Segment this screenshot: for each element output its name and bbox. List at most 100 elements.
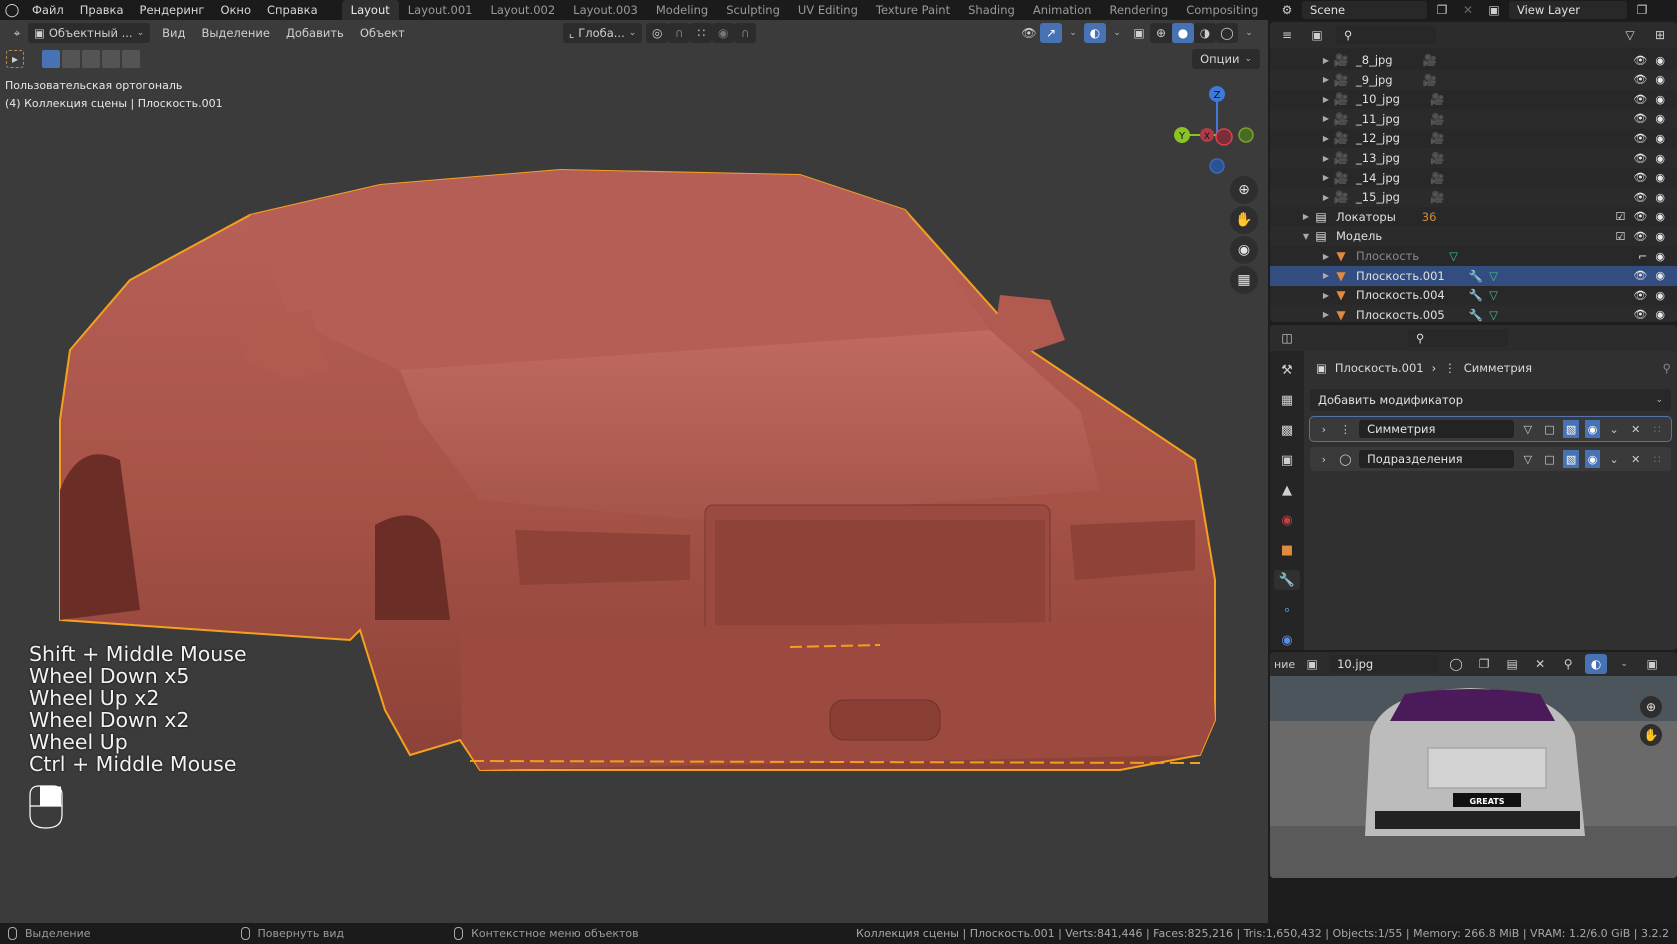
outliner-item-name[interactable]: Плоскость	[1356, 249, 1419, 263]
menu-add[interactable]: Добавить	[278, 26, 352, 40]
menu-render[interactable]: Рендеринг	[132, 0, 213, 20]
object-tab-icon[interactable]: ■	[1274, 540, 1300, 560]
modifier-subdivision[interactable]: › ◯ Подразделения ▽ □ ▧ ◉ ⌄ ✕ ∷	[1310, 447, 1671, 471]
gizmo-neg-x[interactable]	[1215, 128, 1233, 146]
camera-data-icon[interactable]: 🎥	[1430, 131, 1444, 145]
overlays-toggle-icon[interactable]: ◐	[1585, 654, 1608, 674]
outliner-item-name[interactable]: Локаторы	[1336, 210, 1396, 224]
menu-help[interactable]: Справка	[259, 0, 326, 20]
camera-view-icon[interactable]: ◉	[1230, 236, 1258, 264]
view-layer-selector[interactable]: View Layer	[1509, 1, 1627, 19]
render-camera-icon[interactable]: ◉	[1655, 132, 1665, 145]
shading-dropdown-icon[interactable]: ⌄	[1238, 23, 1260, 43]
physics-tab-icon[interactable]: ◉	[1274, 630, 1300, 650]
tab-modeling[interactable]: Modeling	[647, 0, 717, 20]
visibility-icon[interactable]: 👁	[1018, 23, 1040, 43]
outliner-row[interactable]: ▶ ▤ Локаторы 36 ☑ 👁 ◉	[1270, 207, 1677, 227]
modifier-mirror[interactable]: › ⋮ Симметрия ▽ □ ▧ ◉ ⌄ ✕ ∷	[1309, 416, 1672, 442]
render-camera-icon[interactable]: ◉	[1584, 450, 1601, 468]
outliner-item-name[interactable]: _14_jpg	[1356, 171, 1400, 185]
filter-icon-left[interactable]: ▣	[1306, 25, 1328, 45]
unlink-image-icon[interactable]: ✕	[1529, 654, 1552, 674]
outliner-row[interactable]: ▶ 🎥 _14_jpg 🎥 👁 ◉	[1270, 168, 1677, 188]
tab-layout-001[interactable]: Layout.001	[399, 0, 482, 20]
outliner-row[interactable]: ▶ ▼ Плоскость.005 🔧 ▽ 👁 ◉	[1270, 304, 1677, 322]
render-camera-icon[interactable]: ◉	[1655, 93, 1665, 106]
render-camera-icon[interactable]: ◉	[1655, 54, 1665, 67]
zoom-icon[interactable]: ⊕	[1230, 176, 1258, 204]
shading-solid-icon[interactable]: ●	[1172, 23, 1194, 43]
zoom-icon[interactable]: ⊕	[1640, 696, 1662, 718]
render-tab-icon[interactable]: ▦	[1274, 391, 1300, 411]
render-camera-icon[interactable]: ◉	[1655, 230, 1665, 243]
new-image-icon[interactable]: ❐	[1473, 654, 1496, 674]
gizmo-toggle-icon[interactable]: ↗	[1040, 23, 1062, 43]
editor-type-icon[interactable]: ⌖	[6, 23, 28, 43]
new-view-layer-icon[interactable]: ❐	[1631, 0, 1653, 20]
on-cage-icon[interactable]: ▽	[1520, 450, 1536, 468]
scene-tab-icon[interactable]: ▲	[1274, 481, 1300, 501]
eye-icon[interactable]: 👁	[1633, 73, 1647, 86]
new-collection-icon[interactable]: ⊞	[1649, 25, 1671, 45]
navigation-gizmo[interactable]: Z Y X	[1172, 82, 1262, 182]
tool-tab-icon[interactable]: ⚒	[1274, 361, 1300, 381]
open-image-folder-icon[interactable]: ▤	[1501, 654, 1524, 674]
select-tool-icon[interactable]: ▸	[6, 50, 24, 68]
expand-arrow-icon[interactable]: ▶	[1320, 114, 1332, 123]
image-browse-icon[interactable]: ▣	[1301, 654, 1323, 674]
select-extend-icon[interactable]	[62, 50, 80, 68]
eye-icon[interactable]: 👁	[1633, 230, 1647, 243]
shading-material-icon[interactable]: ◑	[1194, 23, 1216, 43]
expand-arrow-icon[interactable]: ▶	[1320, 193, 1332, 202]
modifier-name-field[interactable]: Подразделения	[1359, 450, 1515, 468]
ortho-grid-icon[interactable]: ▦	[1230, 266, 1258, 294]
properties-search-input[interactable]: ⚲	[1408, 329, 1508, 347]
camera-data-icon[interactable]: 🎥	[1430, 190, 1444, 204]
world-tab-icon[interactable]: ◉	[1274, 511, 1300, 531]
render-camera-icon[interactable]: ◉	[1655, 289, 1665, 302]
modifier-name-field[interactable]: Симметрия	[1359, 420, 1515, 438]
render-camera-icon[interactable]: ◉	[1655, 73, 1665, 86]
eye-icon[interactable]: ⌐	[1638, 250, 1647, 263]
render-camera-icon[interactable]: ◉	[1655, 191, 1665, 204]
select-new-icon[interactable]	[42, 50, 60, 68]
options-button[interactable]: Опции ⌄	[1192, 49, 1260, 69]
snap-target-icon[interactable]: ∷	[690, 23, 713, 43]
eye-icon[interactable]: 👁	[1633, 171, 1647, 184]
camera-data-icon[interactable]: 🎥	[1430, 171, 1444, 185]
outliner-row[interactable]: ▶ 🎥 _13_jpg 🎥 👁 ◉	[1270, 148, 1677, 168]
outliner-row[interactable]: ▶ 🎥 _11_jpg 🎥 👁 ◉	[1270, 108, 1677, 129]
drag-handle-icon[interactable]: ∷	[1650, 420, 1666, 438]
expand-arrow-icon[interactable]: ▶	[1320, 271, 1332, 280]
edit-mode-icon[interactable]: □	[1542, 420, 1558, 438]
outliner-row[interactable]: ▶ 🎥 _12_jpg 🎥 👁 ◉	[1270, 128, 1677, 148]
select-invert-icon[interactable]	[102, 50, 120, 68]
edit-mode-icon[interactable]: □	[1542, 450, 1558, 468]
render-camera-icon[interactable]: ◉	[1655, 269, 1665, 282]
eye-icon[interactable]: 👁	[1633, 289, 1647, 302]
tab-layout-003[interactable]: Layout.003	[564, 0, 647, 20]
xray-toggle-icon[interactable]: ▣	[1128, 23, 1150, 43]
outliner-row[interactable]: ▶ 🎥 _10_jpg 🎥 👁 ◉	[1270, 89, 1677, 109]
eye-icon[interactable]: 👁	[1633, 132, 1647, 145]
modifier-wrench-icon[interactable]: 🔧	[1469, 269, 1483, 283]
3d-viewport[interactable]: ⌖ ▣ Объектный ... ⌄ Вид Выделение Добави…	[0, 20, 1268, 923]
menu-window[interactable]: Окно	[212, 0, 259, 20]
properties-panel[interactable]: ◫ ⚲ ⚒ ▦ ▩ ▣ ▲ ◉ ■ 🔧 ∘ ◉ ▣ Плоскость.001 …	[1270, 325, 1677, 650]
tab-compositing[interactable]: Compositing	[1177, 0, 1267, 20]
render-camera-icon[interactable]: ◉	[1655, 112, 1665, 125]
eye-icon[interactable]: 👁	[1633, 269, 1647, 282]
outliner-panel[interactable]: ≡ ▣ ⚲ ▽ ⊞ ▶ 🎥 _8_jpg 🎥 👁 ◉ ▶ 🎥 _9_jpg 🎥 👁 ◉ ▶ 🎥 _10_jp…	[1270, 22, 1677, 322]
overlays-dropdown-icon[interactable]: ⌄	[1613, 654, 1635, 674]
tab-layout-002[interactable]: Layout.002	[481, 0, 564, 20]
camera-data-icon[interactable]: 🎥	[1430, 112, 1444, 126]
overlays-toggle-icon[interactable]: ◐	[1084, 23, 1106, 43]
outliner-row[interactable]: ▶ ▼ Плоскость ▽ ⌐ ◉	[1270, 246, 1677, 266]
outliner-item-name[interactable]: Плоскость.001	[1356, 269, 1445, 283]
expand-arrow-icon[interactable]: ▶	[1320, 95, 1332, 104]
eye-icon[interactable]: 👁	[1633, 112, 1647, 125]
expand-arrow-icon[interactable]: ▶	[1320, 134, 1332, 143]
filter-icon[interactable]: ▽	[1619, 25, 1641, 45]
outliner-item-name[interactable]: Плоскость.004	[1356, 288, 1445, 302]
pin-icon[interactable]: ⚲	[1663, 361, 1671, 375]
